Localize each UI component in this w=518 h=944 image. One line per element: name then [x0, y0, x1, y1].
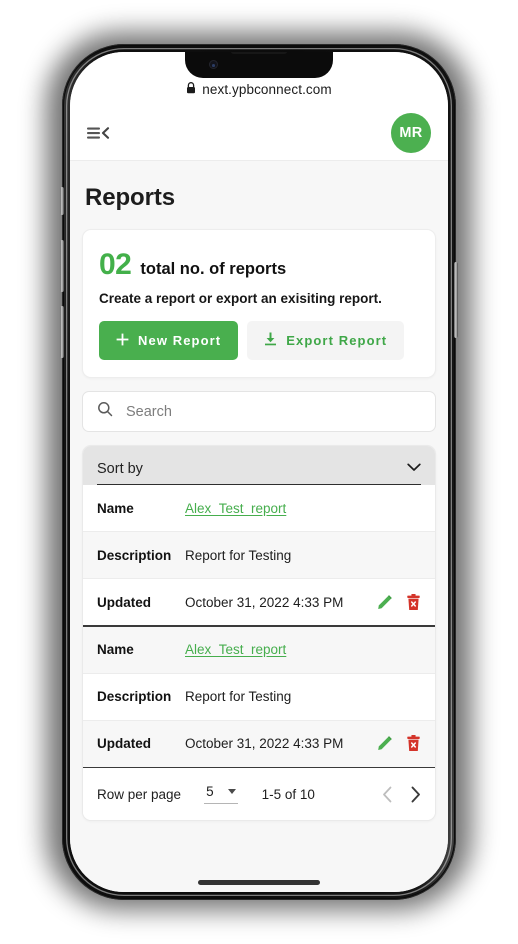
row-key-name: Name — [97, 500, 134, 516]
trash-icon[interactable] — [406, 735, 421, 752]
front-camera — [209, 60, 218, 69]
report-name-link[interactable]: Alex_Test_report — [185, 642, 286, 657]
summary-actions: New Report Export Report — [99, 321, 419, 360]
sort-by-control[interactable]: Sort by — [83, 446, 435, 485]
sort-field[interactable]: Sort by — [97, 459, 421, 485]
row-key-updated: Updated — [97, 736, 151, 752]
reports-count-label: total no. of reports — [140, 260, 287, 278]
pencil-icon[interactable] — [376, 594, 393, 611]
rows-per-page-value: 5 — [206, 784, 214, 800]
plus-icon — [116, 333, 129, 349]
reports-subtitle: Create a report or export an exisiting r… — [99, 291, 382, 306]
search-field[interactable] — [82, 391, 436, 432]
menu-collapse-icon[interactable] — [86, 122, 112, 144]
rows-per-page-select[interactable]: 5 — [204, 784, 238, 805]
report-name-link[interactable]: Alex_Test_report — [185, 501, 286, 516]
screenshot-stage: next.ypbconnect.com MR Reports 02 total … — [0, 0, 518, 944]
report-description: Report for Testing — [185, 689, 292, 705]
table-row: Name Alex_Test_report Description Report… — [83, 626, 435, 767]
chevron-left-icon[interactable] — [382, 786, 393, 803]
url-inner: next.ypbconnect.com — [186, 82, 332, 97]
reports-summary-card: 02 total no. of reports Create a report … — [82, 229, 436, 378]
reports-table: Sort by Name Alex_Test_report Descriptio… — [82, 445, 436, 822]
silent-switch[interactable] — [60, 187, 64, 215]
table-row: Name Alex_Test_report Description Report… — [83, 485, 435, 625]
export-report-label: Export Report — [286, 333, 388, 348]
pagination-bar: Row per page 5 1-5 of 10 — [83, 768, 435, 821]
rows-per-page-label: Row per page — [97, 786, 182, 802]
pencil-icon[interactable] — [376, 735, 393, 752]
app-header: MR — [70, 106, 448, 161]
report-description: Report for Testing — [185, 547, 292, 563]
page-content: Reports 02 total no. of reports Create a… — [70, 161, 448, 892]
row-key-name: Name — [97, 642, 134, 658]
volume-down-button[interactable] — [60, 306, 64, 358]
power-button[interactable] — [454, 262, 458, 338]
row-actions — [368, 735, 421, 752]
pagination-range: 1-5 of 10 — [261, 786, 315, 802]
earpiece-speaker — [231, 52, 287, 54]
search-icon — [97, 401, 113, 422]
search-input[interactable] — [124, 402, 421, 421]
row-key-updated: Updated — [97, 594, 151, 610]
row-description: Description Report for Testing — [83, 532, 435, 578]
report-updated: October 31, 2022 4:33 PM — [185, 736, 344, 752]
row-updated: Updated October 31, 2022 4:33 PM — [83, 579, 435, 625]
volume-up-button[interactable] — [60, 240, 64, 292]
url-text: next.ypbconnect.com — [202, 82, 332, 97]
trash-icon[interactable] — [406, 593, 421, 611]
row-actions — [368, 593, 421, 611]
reports-count: 02 — [99, 248, 132, 281]
caret-down-icon — [227, 789, 236, 795]
home-indicator — [198, 880, 320, 885]
stat-line: 02 total no. of reports — [99, 248, 419, 282]
new-report-label: New Report — [138, 333, 222, 348]
phone-notch — [185, 52, 333, 78]
download-icon — [264, 332, 277, 349]
report-updated: October 31, 2022 4:33 PM — [185, 594, 344, 610]
pagination-navs — [382, 786, 421, 803]
export-report-button[interactable]: Export Report — [247, 321, 405, 360]
lock-icon — [186, 82, 196, 97]
sort-by-label: Sort by — [97, 461, 143, 477]
row-key-description: Description — [97, 689, 172, 705]
new-report-button[interactable]: New Report — [99, 321, 239, 360]
avatar[interactable]: MR — [391, 113, 431, 153]
phone-screen: next.ypbconnect.com MR Reports 02 total … — [70, 52, 448, 892]
row-key-description: Description — [97, 547, 172, 563]
chevron-down-icon — [407, 459, 421, 477]
chevron-right-icon[interactable] — [410, 786, 421, 803]
row-name: Name Alex_Test_report — [83, 485, 435, 531]
row-description: Description Report for Testing — [83, 673, 435, 720]
row-name: Name Alex_Test_report — [83, 626, 435, 673]
avatar-initials: MR — [399, 125, 423, 141]
row-updated: Updated October 31, 2022 4:33 PM — [83, 720, 435, 767]
page-title: Reports — [85, 184, 175, 211]
